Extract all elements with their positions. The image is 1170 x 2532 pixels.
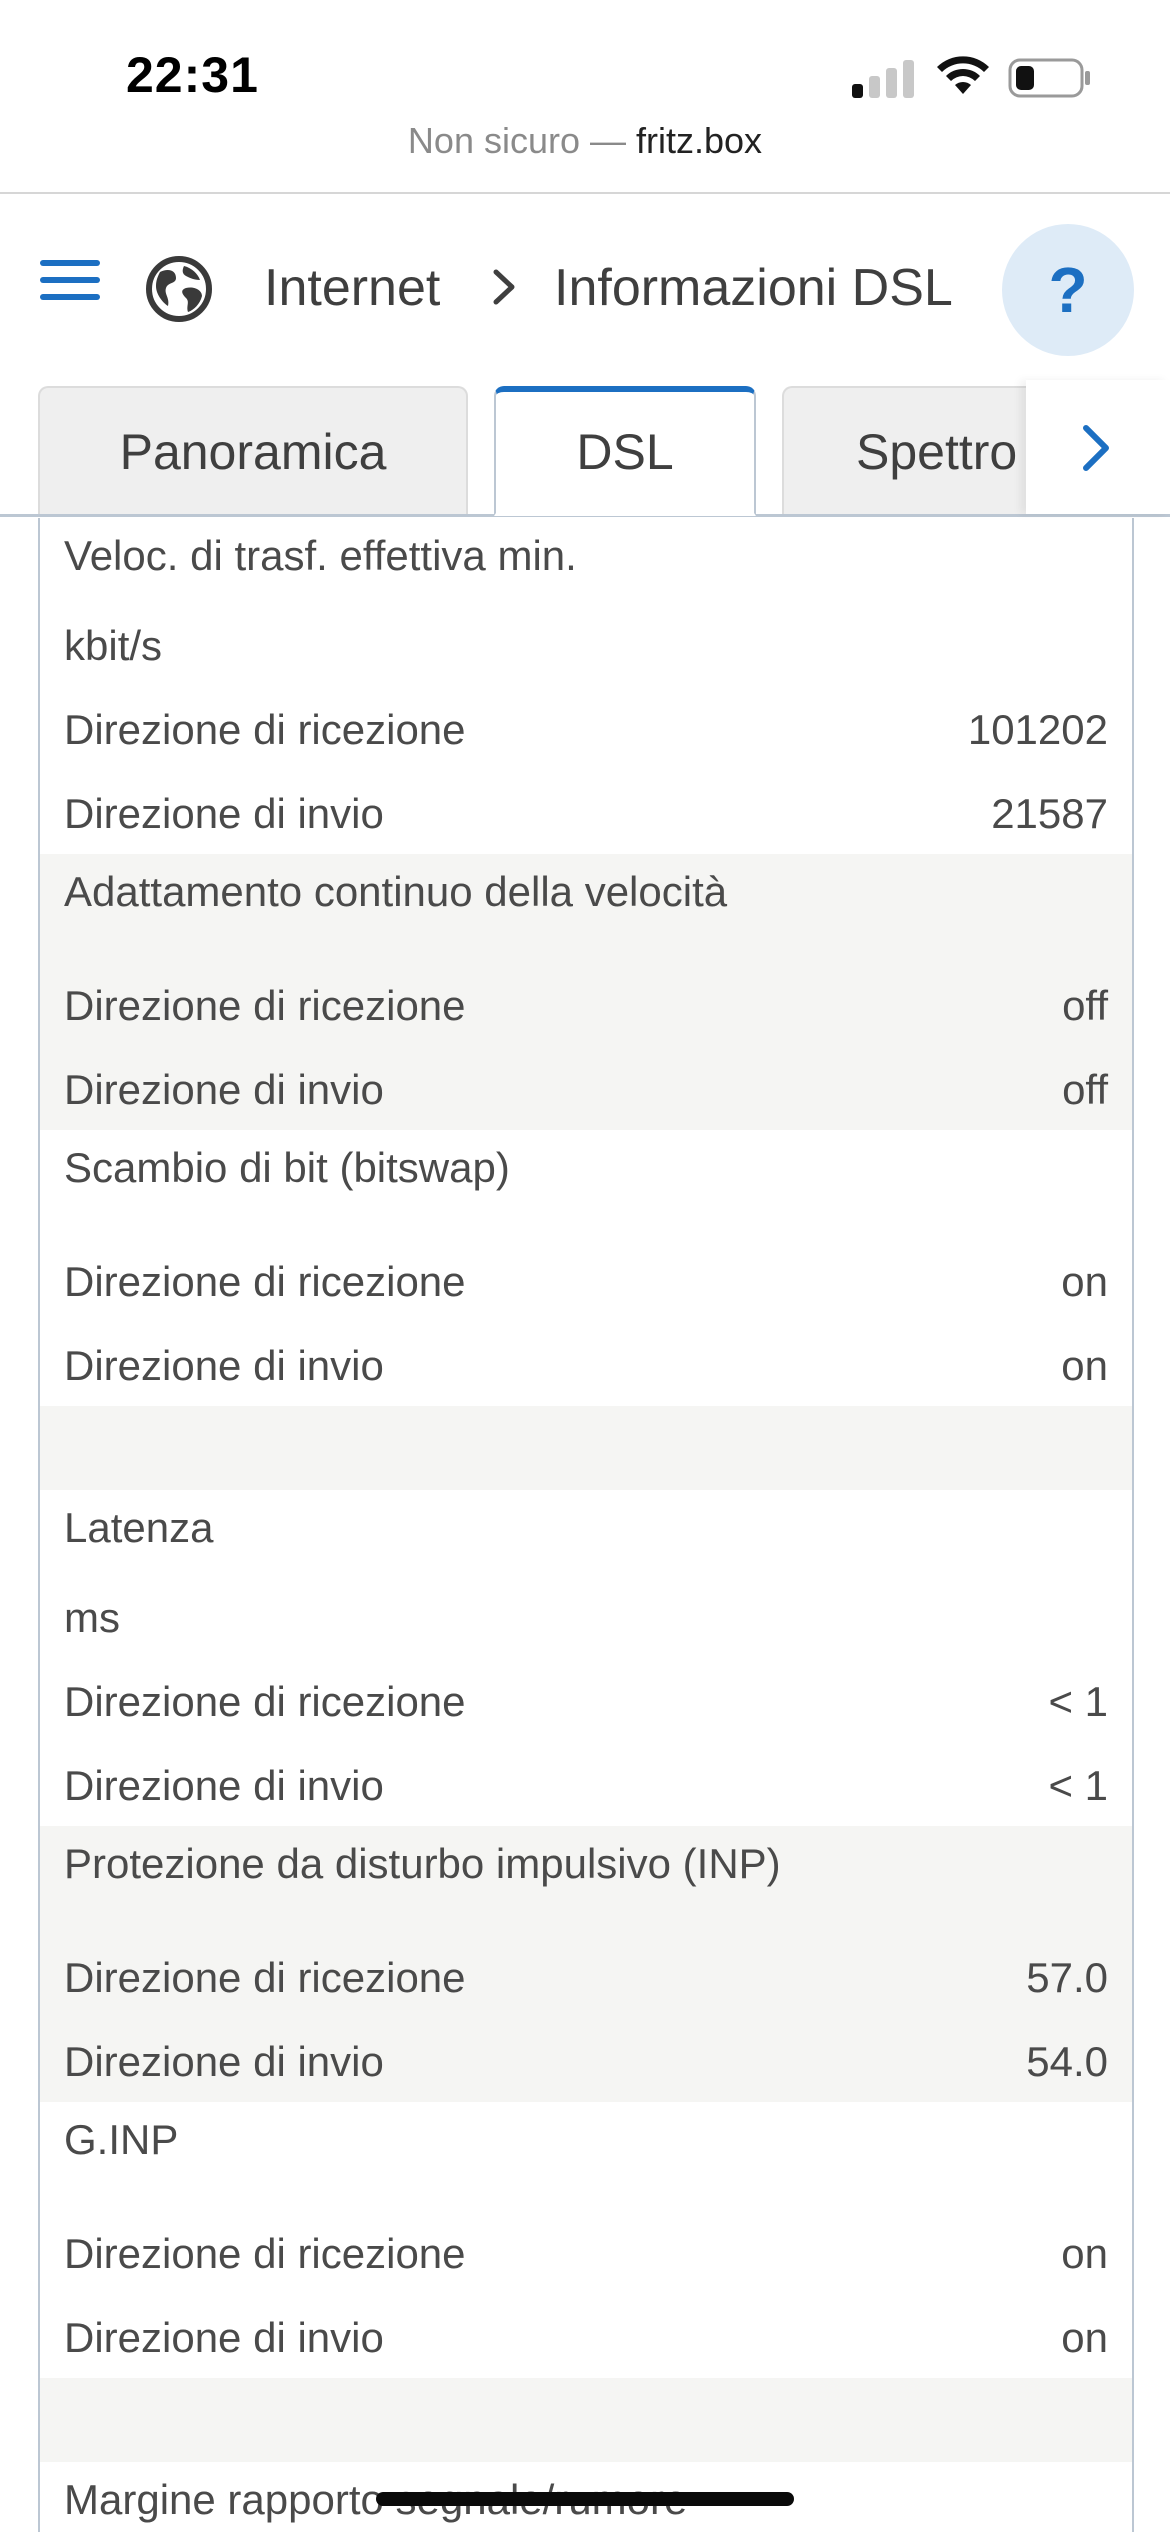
row-label: Direzione di invio: [64, 790, 384, 837]
tabs-scroll-right-button[interactable]: [1026, 380, 1170, 514]
tab-dsl[interactable]: DSL: [494, 386, 756, 516]
row-value: on: [1061, 1258, 1108, 1305]
row-value: 101202: [967, 706, 1108, 753]
section-title: Scambio di bit (bitswap): [64, 1144, 510, 1191]
row-value: 54.0: [1026, 2038, 1108, 2085]
row-label: Direzione di invio: [64, 2038, 384, 2085]
section-header: G.INP: [40, 2102, 1132, 2210]
tab-panoramica[interactable]: Panoramica: [38, 386, 468, 516]
wifi-icon: [937, 56, 989, 94]
status-time: 22:31: [126, 47, 259, 103]
row-label: Direzione di ricezione: [64, 706, 466, 753]
table-row: Direzione di invio 21587: [40, 770, 1132, 854]
row-value: 21587: [991, 790, 1108, 837]
unit-label: kbit/s: [64, 622, 163, 669]
hamburger-menu-icon[interactable]: [40, 260, 100, 306]
cellular-signal-icon: [852, 58, 916, 98]
row-label: Direzione di invio: [64, 2314, 384, 2361]
dsl-info-table: Veloc. di trasf. effettiva min. kbit/s D…: [38, 518, 1134, 2532]
chevron-right-icon: [1083, 425, 1109, 471]
section-title: G.INP: [64, 2116, 179, 2163]
table-row: Direzione di invio on: [40, 2294, 1132, 2378]
section-header: Protezione da disturbo impulsivo (INP): [40, 1826, 1132, 1934]
unit-label: ms: [64, 1594, 120, 1641]
url-bar[interactable]: Non sicuro — fritz.box: [0, 120, 1170, 192]
row-label: Direzione di invio: [64, 1762, 384, 1809]
globe-icon: [146, 256, 212, 322]
table-row: Direzione di ricezione on: [40, 2210, 1132, 2294]
row-label: Direzione di invio: [64, 1066, 384, 1113]
row-value: < 1: [1048, 1678, 1108, 1725]
row-label: Direzione di ricezione: [64, 1954, 466, 2001]
app-header: Internet Informazioni DSL ?: [0, 194, 1170, 380]
section-title: Veloc. di trasf. effettiva min.: [64, 532, 577, 579]
help-button[interactable]: ?: [1002, 224, 1134, 356]
row-value: on: [1061, 1342, 1108, 1389]
url-host: fritz.box: [636, 120, 763, 161]
row-label: Direzione di ricezione: [64, 1678, 466, 1725]
row-value: < 1: [1048, 1762, 1108, 1809]
table-row: Direzione di ricezione off: [40, 962, 1132, 1046]
tab-bar: Panoramica DSL Spettro: [0, 380, 1170, 518]
spacer-row: [40, 2378, 1132, 2462]
table-row: Direzione di ricezione 101202: [40, 686, 1132, 770]
row-value: 57.0: [1026, 1954, 1108, 2001]
row-value: on: [1061, 2314, 1108, 2361]
unit-row: kbit/s: [40, 602, 1132, 686]
section-header: Veloc. di trasf. effettiva min.: [40, 518, 1132, 602]
section-title: Latenza: [64, 1504, 214, 1551]
url-security-label: Non sicuro —: [407, 120, 626, 161]
row-value: off: [1062, 1066, 1108, 1113]
chevron-right-icon: [493, 269, 515, 305]
row-label: Direzione di ricezione: [64, 982, 466, 1029]
row-value: on: [1061, 2230, 1108, 2277]
section-header: Scambio di bit (bitswap): [40, 1130, 1132, 1238]
table-row: Direzione di ricezione 57.0: [40, 1934, 1132, 2018]
table-row: Direzione di invio < 1: [40, 1742, 1132, 1826]
unit-row: ms: [40, 1574, 1132, 1658]
section-header: Latenza: [40, 1490, 1132, 1574]
table-row: Direzione di invio off: [40, 1046, 1132, 1130]
row-label: Direzione di ricezione: [64, 1258, 466, 1305]
breadcrumb-internet[interactable]: Internet: [264, 258, 440, 318]
row-label: Direzione di invio: [64, 1342, 384, 1389]
table-row: Direzione di invio on: [40, 1322, 1132, 1406]
status-bar: 22:31: [0, 0, 1170, 120]
home-indicator[interactable]: [376, 2492, 794, 2506]
breadcrumb-dsl-info: Informazioni DSL: [554, 259, 953, 317]
battery-icon: [1008, 58, 1090, 98]
section-title: Protezione da disturbo impulsivo (INP): [64, 1840, 781, 1887]
spacer-row: [40, 1406, 1132, 1490]
table-row: Direzione di invio 54.0: [40, 2018, 1132, 2102]
section-title: Adattamento continuo della velocità: [64, 868, 728, 915]
table-row: Direzione di ricezione < 1: [40, 1658, 1132, 1742]
table-row: Direzione di ricezione on: [40, 1238, 1132, 1322]
section-header: Adattamento continuo della velocità: [40, 854, 1132, 962]
row-label: Direzione di ricezione: [64, 2230, 466, 2277]
row-value: off: [1062, 982, 1108, 1029]
